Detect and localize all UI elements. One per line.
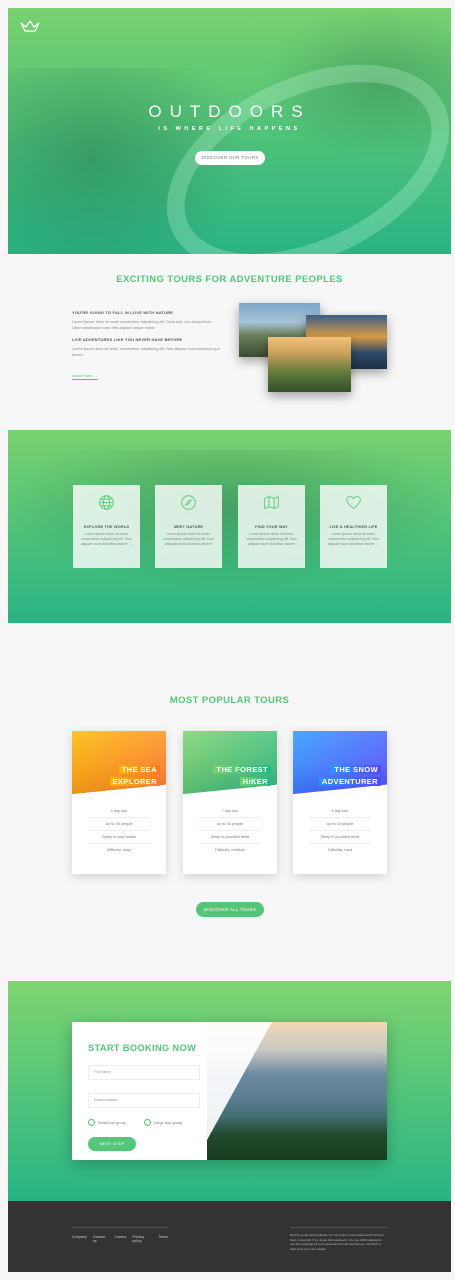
next-step-button[interactable]: NEXT STEP (88, 1137, 136, 1151)
hero-section: OUTDOORS IS WHERE LIFE HAPPENS DISCOVER … (8, 8, 451, 254)
map-icon (264, 495, 279, 510)
tour-card-sea[interactable]: THE SEA EXPLORER 3 day tour Up to 30 peo… (72, 731, 166, 874)
tour-detail: Difficulty: easy (106, 848, 132, 852)
tour-detail: 3 day tour (88, 805, 150, 818)
booking-section: START BOOKING NOW Full name Email addres… (8, 981, 451, 1201)
tour-card-heading: THE SEA EXPLORER (109, 764, 160, 788)
tour-detail: 5 day tour (309, 805, 371, 818)
about-paragraph-2: Lorem ipsum dolor sit amet, consectetur … (72, 347, 220, 357)
tours-section: MOST POPULAR TOURS THE SEA EXPLORER 3 da… (8, 623, 451, 981)
feature-box-nature: MEET NATURE Lorem ipsum dolor sit amet, … (155, 485, 222, 568)
composition-photo-3[interactable] (268, 337, 351, 392)
radio-circle-icon (88, 1119, 95, 1126)
large-group-radio[interactable]: Large tour group (144, 1119, 182, 1126)
feature-title: MEET NATURE (173, 525, 204, 529)
tour-detail: Difficulty: hard (328, 848, 352, 852)
footer-nav: Company Contact us Carrers Privacy polic… (72, 1227, 168, 1243)
tour-detail: 7 day tour (199, 805, 261, 818)
footer-link-company[interactable]: Company (72, 1235, 87, 1243)
compass-icon (181, 495, 196, 510)
tour-card-details: 3 day tour Up to 30 people Sleep in cozy… (72, 805, 166, 857)
discover-tours-button[interactable]: DISCOVER OUR TOURS (195, 151, 265, 165)
feature-text: Lorem ipsum dolor sit amet, consectetur … (163, 532, 214, 546)
feature-text: Lorem ipsum dolor sit amet, consectetur … (246, 532, 297, 546)
feature-box-health: LIVE A HEALTHIER LIFE Lorem ipsum dolor … (320, 485, 387, 568)
feature-box-way: FIND YOUR WAY Lorem ipsum dolor sit amet… (238, 485, 305, 568)
about-text: YOU'RE GOING TO FALL IN LOVE WITH NATURE… (72, 310, 222, 382)
about-paragraph-1: Lorem ipsum, dolor sit amet consectetur … (72, 320, 212, 330)
email-input[interactable]: Email address (88, 1093, 200, 1108)
page: OUTDOORS IS WHERE LIFE HAPPENS DISCOVER … (0, 0, 455, 1280)
heart-icon (346, 496, 361, 509)
radio-circle-icon (144, 1119, 151, 1126)
about-heading-2: LIVE ADVENTURES LIKE YOU NEVER HAVE BEFO… (72, 337, 183, 342)
booking-box: START BOOKING NOW Full name Email addres… (72, 1022, 387, 1160)
tour-card-forest[interactable]: THE FOREST HIKER 7 day tour Up to 40 peo… (183, 731, 277, 874)
about-section: EXCITING TOURS FOR ADVENTURE PEOPLES YOU… (8, 254, 451, 430)
feature-text: Lorem ipsum dolor sit amet, consectetur … (327, 532, 380, 546)
feature-title: EXPLORE THE WORLD (83, 525, 130, 529)
discover-all-tours-button[interactable]: DISCOVER ALL TOURS (196, 902, 264, 917)
tour-detail: Difficulty: medium (215, 848, 245, 852)
hero-title: OUTDOORS (148, 102, 311, 121)
about-heading-1: YOU'RE GOING TO FALL IN LOVE WITH NATURE (72, 310, 174, 315)
booking-title: START BOOKING NOW (88, 1043, 197, 1053)
tour-card-heading: THE SNOW ADVENTURER (318, 764, 381, 788)
feature-text: Lorem ipsum dolor sit amet, consectetur … (80, 532, 133, 546)
tour-detail: Sleep in provided tents (199, 831, 261, 844)
footer: Company Contact us Carrers Privacy polic… (8, 1201, 451, 1272)
tour-detail: Up to 30 people (88, 818, 150, 831)
feature-title: LIVE A HEALTHIER LIFE (329, 525, 378, 529)
tour-detail: Up to 40 people (199, 818, 261, 831)
tour-detail: Up to 15 people (309, 818, 371, 831)
globe-icon (99, 495, 114, 510)
features-section: EXPLORE THE WORLD Lorem ipsum dolor sit … (8, 430, 451, 623)
full-name-input[interactable]: Full name (88, 1065, 200, 1080)
footer-link-terms[interactable]: Terms (158, 1235, 168, 1243)
footer-copyright: Built by Jonas Schmedtmann for his onlin… (290, 1227, 387, 1251)
feature-title: FIND YOUR WAY (255, 525, 288, 529)
tour-detail: Sleep in cozy hotels (88, 831, 150, 844)
tour-card-details: 7 day tour Up to 40 people Sleep in prov… (183, 805, 277, 857)
tours-title: MOST POPULAR TOURS (169, 695, 290, 706)
tour-detail: Sleep in provided tents (309, 831, 371, 844)
learn-more-link[interactable]: Learn more → (72, 373, 98, 380)
tour-card-snow[interactable]: THE SNOW ADVENTURER 5 day tour Up to 15 … (293, 731, 387, 874)
crown-logo-icon[interactable] (20, 20, 40, 34)
footer-link-contact[interactable]: Contact us (93, 1235, 108, 1243)
tour-card-details: 5 day tour Up to 15 people Sleep in prov… (293, 805, 387, 857)
about-title: EXCITING TOURS FOR ADVENTURE PEOPLES (116, 274, 343, 285)
footer-link-privacy[interactable]: Privacy policy (132, 1235, 152, 1243)
footer-link-careers[interactable]: Carrers (114, 1235, 126, 1243)
tour-card-heading: THE FOREST HIKER (213, 764, 271, 788)
hero-subtitle: IS WHERE LIFE HAPPENS (158, 126, 301, 132)
small-group-radio[interactable]: Small tour group (88, 1119, 126, 1126)
feature-box-explore: EXPLORE THE WORLD Lorem ipsum dolor sit … (73, 485, 140, 568)
